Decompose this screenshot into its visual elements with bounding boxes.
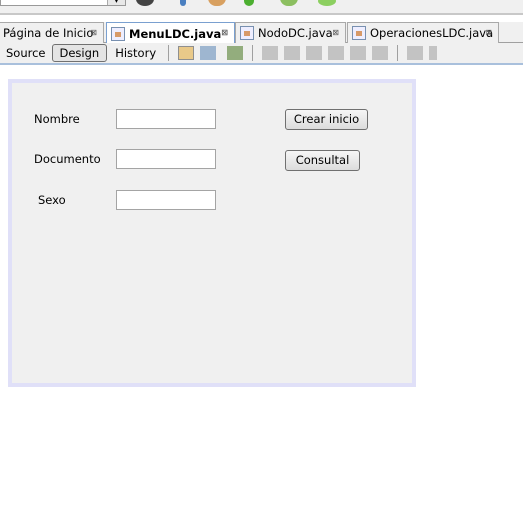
history-button[interactable]: History [109,44,162,62]
tab-label: MenuLDC.java [129,26,222,41]
design-button[interactable]: Design [51,44,108,62]
consultal-button[interactable]: Consultal [285,150,360,171]
build-icon[interactable] [180,0,186,6]
documento-field[interactable] [116,149,216,169]
nombre-field[interactable] [116,109,216,129]
config-combo[interactable]: ▼ [0,0,126,6]
tab-pagina-de-inicio[interactable]: Página de Inicio ⊠ [0,22,104,43]
tab-label: NodoDC.java [258,26,333,40]
close-icon[interactable]: ⊠ [485,28,492,37]
clean-icon[interactable] [208,0,226,6]
debug-icon[interactable] [280,0,298,6]
nombre-label: Nombre [34,112,80,126]
close-icon[interactable]: ⊠ [90,28,97,37]
profile-icon[interactable] [318,0,336,6]
crear-inicio-button[interactable]: Crear inicio [285,109,368,130]
tab-menuldc[interactable]: MenuLDC.java ⊠ [106,22,235,44]
run-icon[interactable] [244,0,254,6]
preview-design-icon[interactable] [227,46,244,60]
separator [168,45,170,61]
sexo-label: Sexo [38,193,66,207]
source-button[interactable]: Source [0,44,52,62]
horizontal-resize-icon[interactable] [407,46,424,60]
java-file-icon [240,26,254,40]
align-left-icon[interactable] [262,46,279,60]
selection-mode-icon[interactable] [178,46,195,60]
tab-label: Página de Inicio [3,26,94,40]
documento-label: Documento [34,152,101,166]
close-icon[interactable]: ⊠ [221,28,228,37]
align-top-icon[interactable] [328,46,345,60]
sexo-field[interactable] [116,190,216,210]
tab-nododc[interactable]: NodoDC.java ⊠ [235,22,346,43]
connection-mode-icon[interactable] [200,46,217,60]
align-right-icon[interactable] [284,46,301,60]
vertical-resize-icon[interactable] [429,46,438,60]
clean-build-icon[interactable] [136,0,154,6]
separator [252,45,254,61]
editor-toolbar: Source Design History [0,43,523,65]
center-vertically-icon[interactable] [372,46,389,60]
editor-tabs: Página de Inicio ⊠ MenuLDC.java ⊠ NodoDC.j… [0,22,523,44]
align-bottom-icon[interactable] [350,46,367,60]
tab-label: OperacionesLDC.java [370,26,494,40]
tab-operacionesldc[interactable]: OperacionesLDC.java ⊠ [347,22,499,43]
chevron-down-icon[interactable]: ▼ [107,0,125,5]
main-toolbar: ▼ [0,0,523,15]
separator [397,45,399,61]
java-form-icon [111,26,125,41]
center-horizontally-icon[interactable] [306,46,323,60]
java-file-icon [352,26,366,40]
close-icon[interactable]: ⊠ [332,28,339,37]
form-panel[interactable]: Nombre Documento Sexo Crear inicio Consu… [8,79,416,387]
